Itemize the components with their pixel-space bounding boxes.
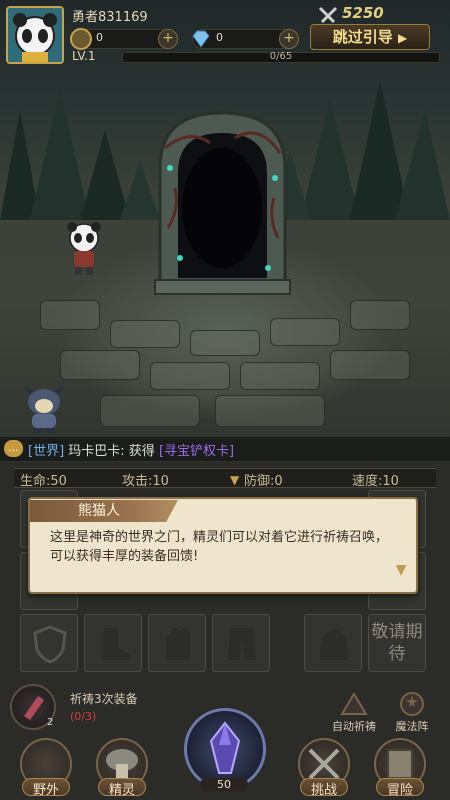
floor-tile: [215, 395, 325, 427]
panda-character: [67, 222, 101, 275]
nav-spirit-label[interactable]: 精灵: [98, 779, 146, 798]
gloves-icon: [166, 628, 190, 660]
stat-defense: 防御:0: [244, 474, 283, 489]
world-chat-bar[interactable]: … [世界] 玛卡巴卡: 获得 [寻宝铲权卡]: [0, 437, 450, 461]
chat-bubble-icon: …: [4, 440, 23, 457]
diamond-icon: [190, 28, 212, 50]
auto-pray-label[interactable]: 自动祈祷: [326, 718, 382, 734]
exp-bar: 0/65: [122, 51, 440, 63]
floor-tile: [40, 300, 100, 330]
helmet-icon: [320, 630, 348, 660]
floor-tile: [330, 350, 410, 380]
arrow-right-icon: ▶: [398, 31, 408, 45]
player-name: 勇者831169: [72, 10, 148, 25]
floor-tile: [60, 350, 140, 380]
panda-avatar-icon: [8, 8, 62, 62]
equip-slot-boots[interactable]: [84, 614, 142, 672]
auto-pray-icon[interactable]: [336, 690, 372, 718]
chat-message: [世界] 玛卡巴卡: 获得 [寻宝铲权卡]: [28, 440, 234, 459]
task-progress: (0/3): [70, 710, 97, 723]
stats-bar: 生命:50 攻击:10 ▼ 防御:0 速度:10: [14, 468, 436, 489]
world-gate-scene: [0, 0, 450, 462]
top-hud: 勇者831169 0 + 0 + LV.1 0/65 5250 跳过引导 ▶: [0, 0, 450, 66]
floor-tile: [150, 362, 230, 390]
add-coupon-button[interactable]: +: [158, 29, 178, 49]
chat-channel: [世界]: [28, 444, 65, 459]
shield-icon: [33, 625, 67, 664]
chat-text: 玛卡巴卡: 获得: [68, 444, 155, 459]
crystal-icon: [209, 721, 241, 774]
floor-tile: [190, 330, 260, 356]
floor-tile: [350, 300, 410, 330]
task-title: 祈祷3次装备: [70, 692, 138, 706]
gem-value: 0: [216, 31, 223, 44]
game-screen: 勇者831169 0 + 0 + LV.1 0/65 5250 跳过引导 ▶ ……: [0, 0, 450, 800]
floor-tile: [270, 318, 340, 346]
stat-hp: 生命:50: [20, 474, 67, 489]
player-level: LV.1: [72, 49, 96, 63]
nav-challenge-label[interactable]: 挑战: [300, 779, 348, 798]
floor-tile: [110, 320, 180, 348]
equip-slot-pants[interactable]: [212, 614, 270, 672]
player-avatar[interactable]: [6, 6, 64, 64]
pants-icon: [228, 628, 256, 660]
magic-array-icon[interactable]: [394, 690, 430, 718]
equip-slot-helmet[interactable]: [304, 614, 362, 672]
chevron-down-icon[interactable]: ▼: [230, 473, 239, 487]
equip-slot-gloves[interactable]: [148, 614, 206, 672]
nav-adventure-label[interactable]: 冒险: [376, 779, 424, 798]
creature-character: [24, 384, 64, 433]
dialog-speaker: 熊猫人: [30, 500, 178, 522]
world-gate-portal: [154, 111, 291, 295]
magic-array-label[interactable]: 魔法阵: [386, 718, 438, 734]
money-value: 5250: [342, 4, 384, 22]
next-arrow-icon[interactable]: ▼: [392, 562, 410, 582]
chat-item: [寻宝铲权卡]: [158, 444, 235, 459]
equip-slot-shield[interactable]: [20, 614, 78, 672]
add-gem-button[interactable]: +: [279, 29, 299, 49]
floor-tile: [240, 362, 320, 390]
task-count: 2: [47, 717, 54, 728]
crossed-swords-icon: [318, 6, 338, 24]
skip-guide-button[interactable]: 跳过引导 ▶: [310, 24, 430, 50]
floor-tile: [100, 395, 200, 427]
stat-attack: 攻击:10: [122, 474, 169, 489]
nav-field-label[interactable]: 野外: [22, 779, 70, 798]
coupon-icon: [70, 28, 92, 50]
coupon-value: 0: [96, 31, 103, 44]
coming-soon-slot: 敬请期待: [368, 614, 426, 672]
skip-guide-label: 跳过引导: [332, 28, 393, 46]
boots-icon: [102, 628, 130, 660]
stat-speed: 速度:10: [352, 474, 399, 489]
pray-cost: 50: [200, 778, 248, 791]
exp-text: 0/65: [269, 51, 293, 62]
dialog-text: 这里是神奇的世界之门，精灵们可以对着它进行祈祷召唤，可以获得丰厚的装备回馈!: [50, 530, 389, 564]
